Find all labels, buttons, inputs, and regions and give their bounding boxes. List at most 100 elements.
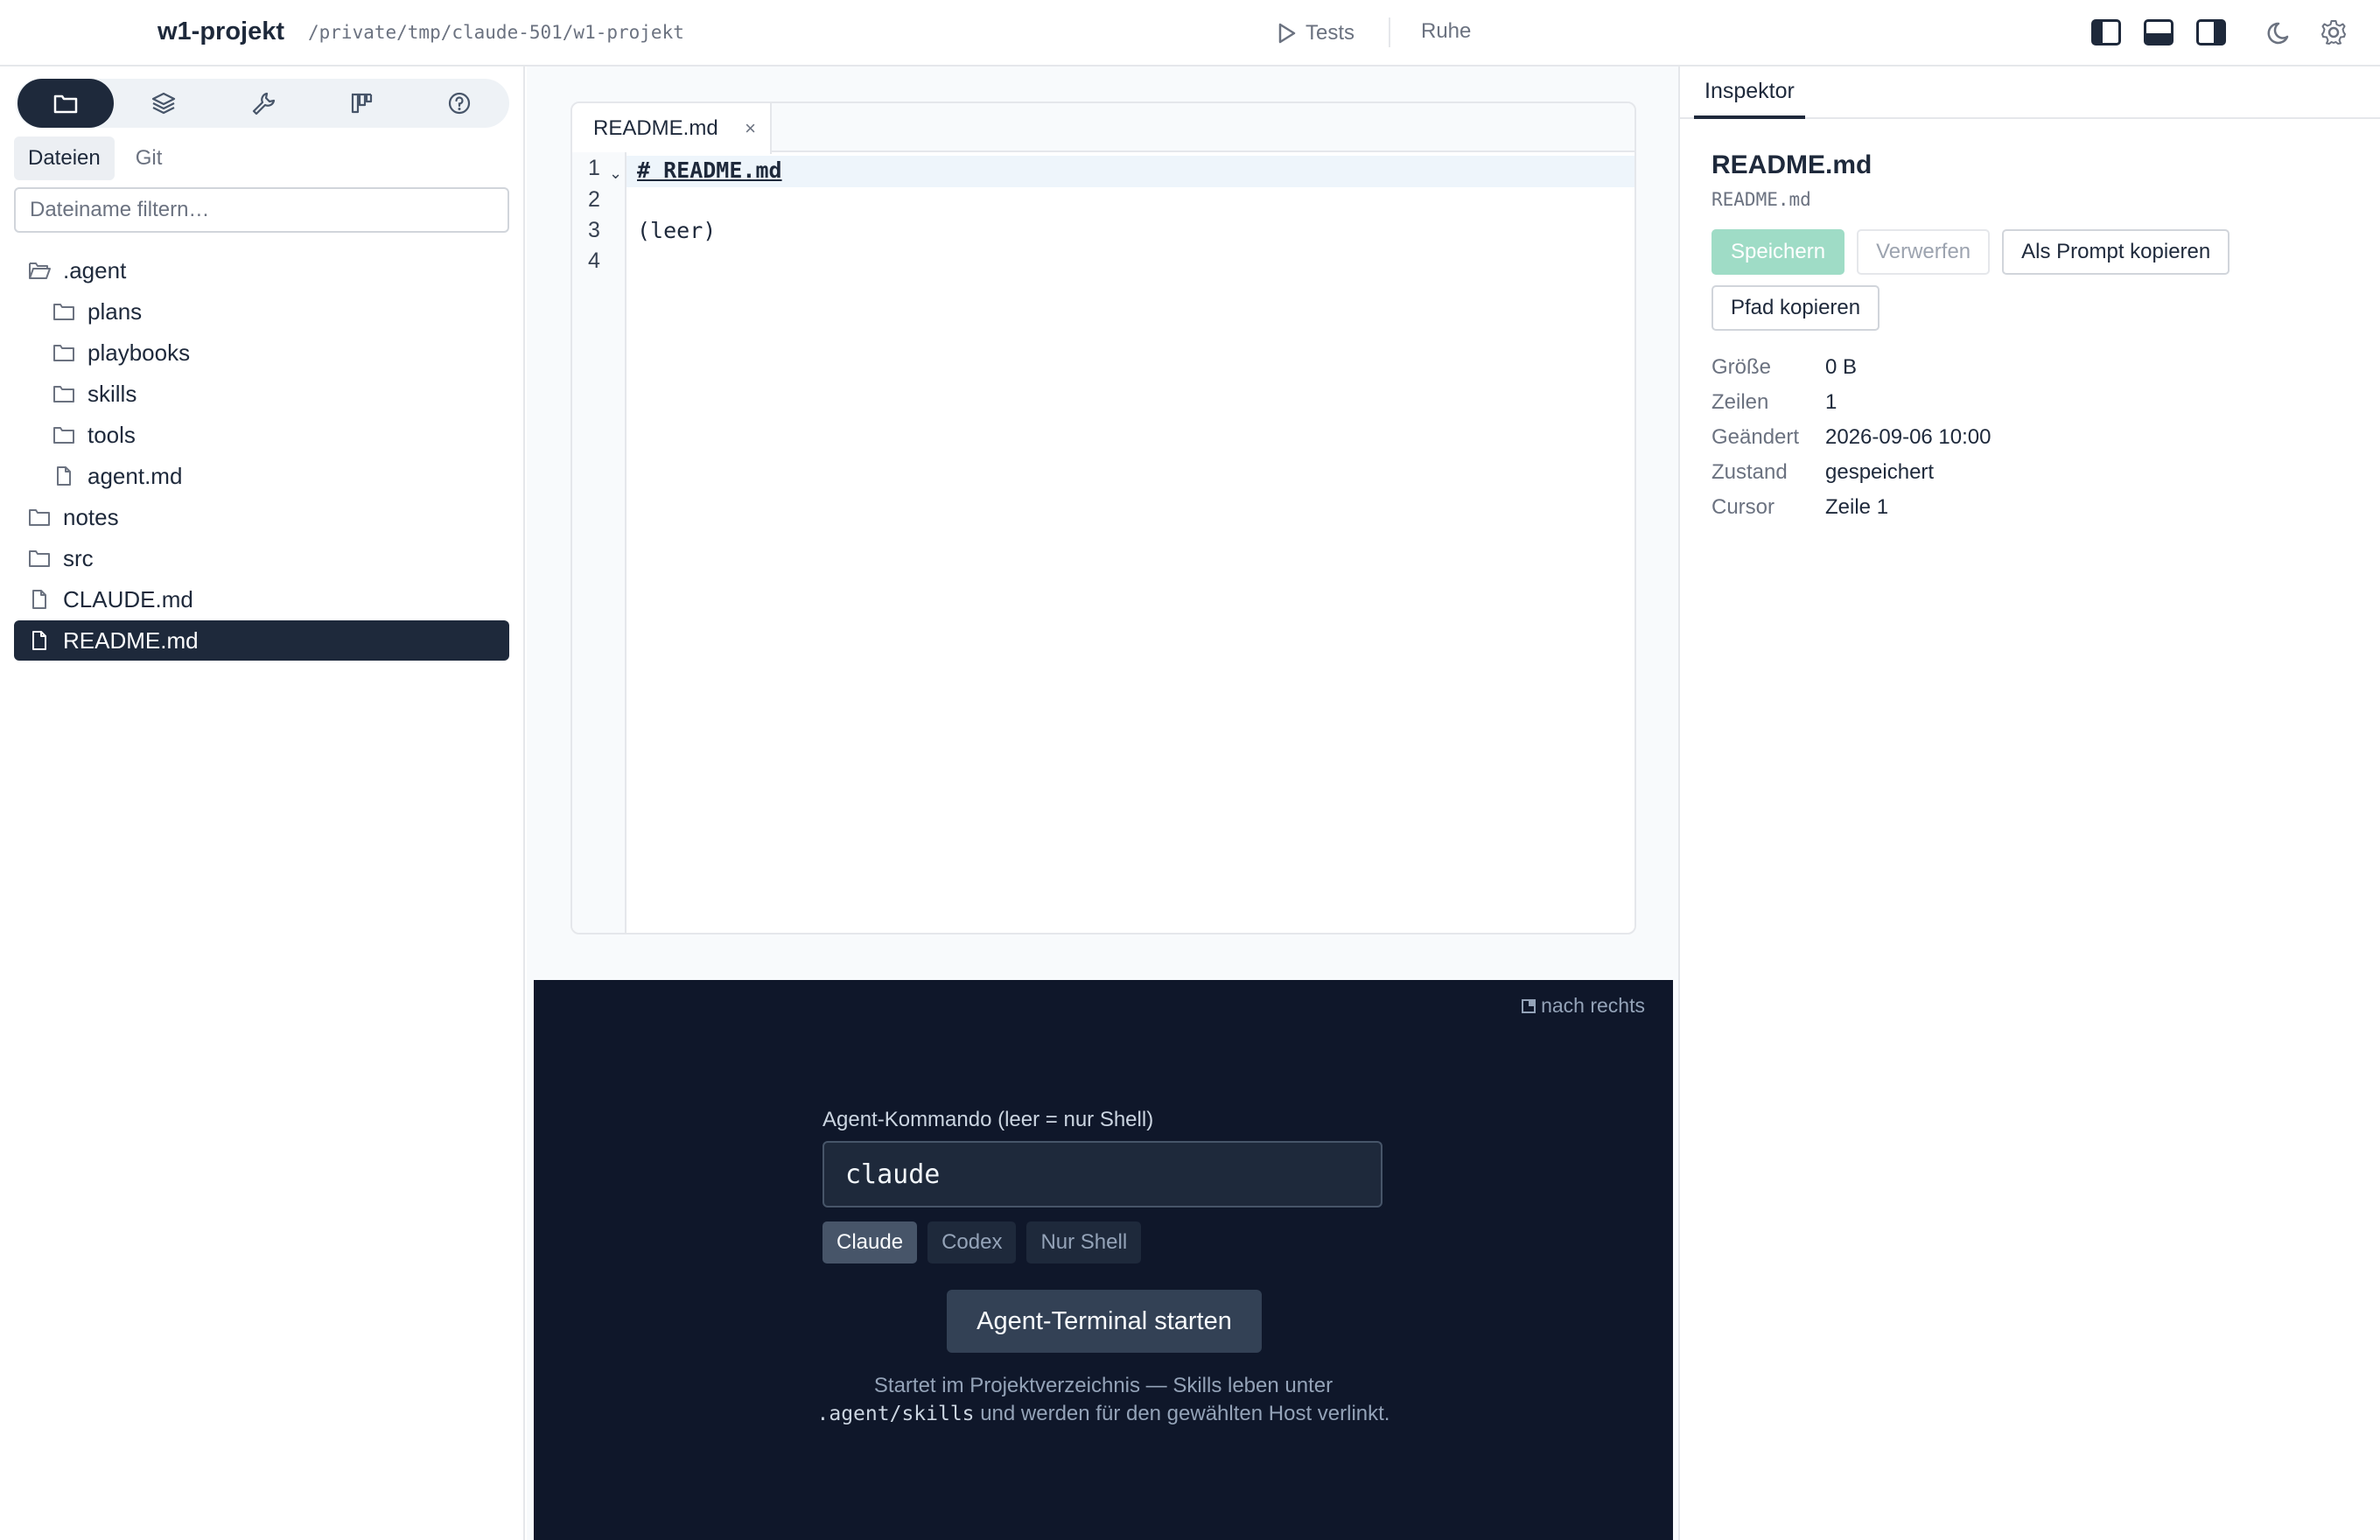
tree-item-label: src	[63, 544, 94, 571]
tree-item-readme-md[interactable]: README.md	[14, 620, 509, 661]
tree-item-label: .agent	[63, 256, 127, 284]
tests-label: Tests	[1306, 21, 1355, 45]
tree-item-claude-md[interactable]: CLAUDE.md	[14, 579, 509, 620]
tree-item-label: plans	[88, 298, 143, 325]
inspector-actions-2: Pfad kopieren	[1712, 285, 1880, 331]
meta-value: 0 B	[1825, 355, 1858, 379]
tree-item-label: skills	[88, 380, 137, 407]
editor-tab-readme[interactable]: README.md ×	[572, 103, 772, 154]
meta-row-size: Größe 0 B	[1712, 350, 1992, 385]
fold-chevron-icon[interactable]: ⌄	[609, 164, 622, 183]
gear-icon[interactable]	[2319, 18, 2348, 47]
dock-right-icon	[1522, 998, 1536, 1013]
meta-key: Größe	[1712, 355, 1772, 379]
folder-icon	[53, 94, 78, 114]
filename-filter-input[interactable]	[14, 187, 509, 233]
inspector-tab-bar: Inspektor	[1680, 66, 2380, 119]
tab-git[interactable]: Git	[122, 136, 177, 180]
dock-right-button[interactable]: nach rechts	[1522, 994, 1645, 1018]
tree-item-agent-md[interactable]: agent.md	[14, 456, 509, 496]
tree-item-plans[interactable]: plans	[14, 291, 509, 332]
tree-item-src[interactable]: src	[14, 538, 509, 578]
tree-item-label: README.md	[63, 626, 199, 654]
discard-button[interactable]: Verwerfen	[1857, 229, 1991, 275]
close-icon[interactable]: ×	[745, 117, 756, 140]
agent-command-input[interactable]	[822, 1141, 1382, 1208]
meta-row-lines: Zeilen 1	[1712, 385, 1992, 420]
play-icon	[1278, 23, 1296, 44]
meta-value: Zeile 1	[1825, 495, 1889, 519]
line-gutter: 1 ⌄ 2 3 4	[572, 152, 626, 933]
tree-item-agent[interactable]: .agent	[14, 250, 509, 290]
meta-value: 2026-09-06 10:00	[1825, 425, 1992, 449]
folder-icon	[52, 424, 75, 446]
meta-value: gespeichert	[1825, 460, 1935, 484]
kanban-icon	[351, 93, 373, 114]
file-metadata: Größe 0 B Zeilen 1 Geändert 2026-09-06 10:0…	[1712, 350, 1992, 525]
tab-layers[interactable]	[116, 79, 212, 128]
layers-icon	[151, 92, 176, 115]
copy-as-prompt-button[interactable]: Als Prompt kopieren	[2002, 229, 2230, 275]
code-text-area[interactable]: # README.md (leer)	[626, 152, 1634, 933]
tree-item-notes[interactable]: notes	[14, 497, 509, 537]
wrench-icon	[252, 92, 276, 116]
tree-item-label: agent.md	[88, 462, 183, 489]
top-bar: w1-projekt /private/tmp/claude-501/w1-pr…	[0, 0, 2380, 66]
app-title: w1-projekt	[158, 18, 285, 46]
tab-inspektor[interactable]: Inspektor	[1694, 66, 1805, 119]
inspector-title: README.md	[1712, 150, 1872, 179]
sidebar-mode-tabs	[16, 79, 509, 128]
folder-icon	[52, 382, 75, 405]
agent-command-label: Agent-Kommando (leer = nur Shell)	[822, 1108, 1154, 1131]
tree-item-label: playbooks	[88, 339, 191, 366]
meta-row-state: Zustand gespeichert	[1712, 455, 1992, 490]
moon-icon[interactable]	[2266, 18, 2296, 47]
file-icon	[28, 588, 51, 611]
folder-icon	[28, 506, 51, 528]
meta-key: Geändert	[1712, 425, 1800, 449]
tab-dateien[interactable]: Dateien	[14, 136, 115, 180]
help-icon	[448, 92, 471, 115]
hint-text: Startet im Projektverzeichnis — Skills l…	[873, 1374, 1334, 1397]
tab-help[interactable]	[411, 79, 508, 128]
tree-item-label: notes	[63, 503, 119, 530]
agent-presets: Claude Codex Nur Shell	[822, 1222, 1142, 1264]
code-line: # README.md	[637, 158, 782, 183]
folder-open-icon	[28, 259, 51, 282]
tests-button[interactable]: Tests	[1278, 18, 1354, 49]
status-text: Ruhe	[1421, 19, 1472, 43]
inspector-actions: Speichern Verwerfen Als Prompt kopieren	[1712, 229, 2230, 275]
tab-tools[interactable]	[215, 79, 312, 128]
file-icon	[28, 629, 51, 652]
sidebar-sub-tabs: Dateien Git	[14, 136, 176, 180]
folder-icon	[52, 300, 75, 323]
preset-claude-button[interactable]: Claude	[822, 1222, 918, 1264]
toggle-left-panel-icon[interactable]	[2091, 19, 2121, 46]
copy-path-button[interactable]: Pfad kopieren	[1712, 285, 1880, 331]
hint-code: .agent/skills	[816, 1403, 975, 1425]
tree-item-skills[interactable]: skills	[14, 374, 509, 414]
tree-item-tools[interactable]: tools	[14, 415, 509, 455]
file-tree: .agent plans playbooks skills tools agent.md n…	[14, 250, 509, 662]
code-line: (leer)	[637, 218, 717, 243]
toggle-right-panel-icon[interactable]	[2196, 19, 2226, 46]
save-button[interactable]: Speichern	[1712, 229, 1845, 275]
inspector-path: README.md	[1712, 189, 1811, 210]
editor-tab-bar: README.md ×	[572, 103, 1634, 154]
tab-files[interactable]	[18, 79, 114, 128]
tree-item-label: CLAUDE.md	[63, 585, 193, 612]
meta-key: Cursor	[1712, 495, 1775, 519]
start-agent-terminal-button[interactable]: Agent-Terminal starten	[947, 1290, 1262, 1353]
project-path: /private/tmp/claude-501/w1-projekt	[308, 22, 684, 43]
meta-key: Zustand	[1712, 460, 1788, 484]
sidebar: Dateien Git .agent plans playbooks skills to…	[0, 66, 525, 1540]
line-number: 3	[588, 218, 600, 242]
tab-board[interactable]	[313, 79, 410, 128]
preset-codex-button[interactable]: Codex	[928, 1222, 1017, 1264]
toggle-bottom-panel-icon[interactable]	[2144, 19, 2174, 46]
editor-tab-label: README.md	[593, 116, 718, 140]
tree-item-playbooks[interactable]: playbooks	[14, 332, 509, 373]
terminal-hint: Startet im Projektverzeichnis — Skills l…	[796, 1372, 1410, 1428]
folder-icon	[28, 547, 51, 570]
preset-shell-button[interactable]: Nur Shell	[1026, 1222, 1142, 1264]
